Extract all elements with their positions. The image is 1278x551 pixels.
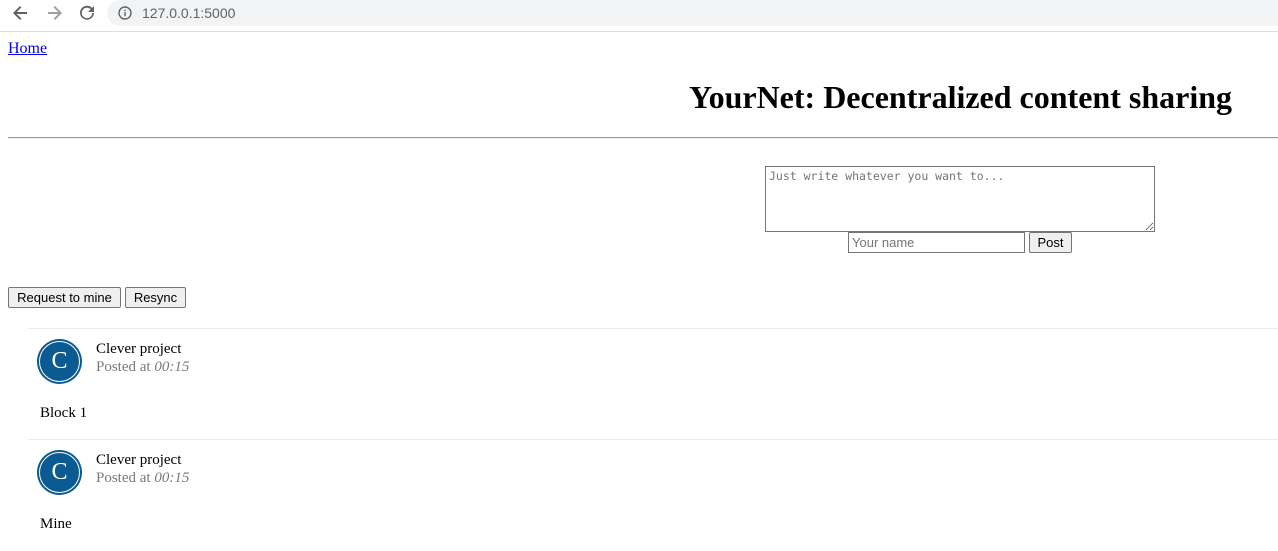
info-icon[interactable] xyxy=(118,6,132,20)
avatar-letter: C xyxy=(51,459,68,485)
post-content-textarea[interactable] xyxy=(765,166,1155,232)
divider xyxy=(8,137,1278,139)
avatar: C xyxy=(37,450,82,495)
page-title: YourNet: Decentralized content sharing xyxy=(689,79,1232,115)
home-link[interactable]: Home xyxy=(8,40,47,58)
posted-prefix: Posted at xyxy=(96,470,151,486)
post-item: C Clever project Posted at 00:15 Mine xyxy=(28,439,1278,551)
request-to-mine-button[interactable]: Request to mine xyxy=(8,287,121,308)
post-content: Mine xyxy=(40,516,72,532)
author-name-input[interactable] xyxy=(848,232,1025,253)
post-time: 00:15 xyxy=(154,470,190,486)
avatar: C xyxy=(37,339,82,384)
post-content: Block 1 xyxy=(40,405,88,421)
url-text: 127.0.0.1:5000 xyxy=(142,5,236,21)
post-time: 00:15 xyxy=(154,359,190,375)
post-author: Clever project xyxy=(96,452,182,468)
post-item: C Clever project Posted at 00:15 Block 1 xyxy=(28,328,1278,440)
post-timestamp: Posted at 00:15 xyxy=(96,359,189,376)
reload-icon xyxy=(80,5,94,20)
arrow-right-icon xyxy=(48,6,62,20)
toolbar-divider xyxy=(0,31,1278,32)
avatar-letter: C xyxy=(51,348,68,374)
back-button[interactable] xyxy=(9,1,33,25)
arrow-left-icon xyxy=(13,6,27,20)
reload-button[interactable] xyxy=(75,1,99,25)
forward-button[interactable] xyxy=(42,1,66,25)
browser-toolbar: 127.0.0.1:5000 xyxy=(0,0,1278,26)
address-bar[interactable]: 127.0.0.1:5000 xyxy=(107,0,1278,26)
resync-button[interactable]: Resync xyxy=(125,287,186,308)
post-button[interactable]: Post xyxy=(1029,232,1072,253)
post-author: Clever project xyxy=(96,341,182,357)
post-timestamp: Posted at 00:15 xyxy=(96,470,189,487)
posted-prefix: Posted at xyxy=(96,359,151,375)
